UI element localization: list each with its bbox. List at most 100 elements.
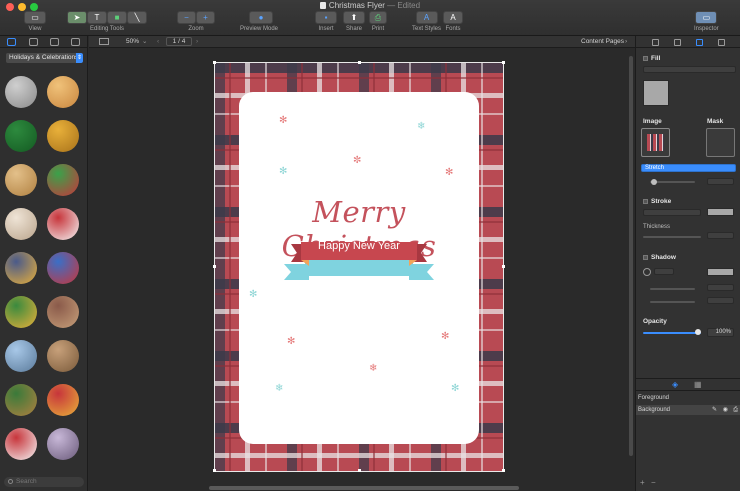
ornament-thumbnail[interactable] — [47, 384, 79, 416]
remove-layer-icon[interactable]: − — [651, 478, 656, 487]
fonts-control[interactable]: A Fonts — [443, 11, 463, 32]
ornament-thumbnail[interactable] — [47, 340, 79, 372]
fill-checkbox[interactable] — [643, 56, 648, 61]
fill-section[interactable]: Fill — [643, 55, 660, 62]
zoom-out-button[interactable]: − — [177, 11, 196, 24]
ornament-thumbnail[interactable] — [47, 252, 79, 284]
lock-icon[interactable]: ⎙ — [733, 405, 738, 415]
resize-handle[interactable] — [213, 469, 216, 472]
resize-handle[interactable] — [502, 61, 505, 64]
shadow-color-well[interactable] — [707, 268, 734, 276]
text-tab-icon[interactable] — [718, 39, 725, 46]
opacity-knob[interactable] — [695, 329, 701, 335]
fill-color-well[interactable] — [643, 80, 669, 106]
resize-handle[interactable] — [358, 469, 361, 472]
document-tab-icon[interactable] — [652, 39, 659, 46]
insert-button[interactable]: ▪ — [315, 11, 337, 24]
stroke-style-select[interactable] — [643, 209, 701, 216]
library-tab-objects[interactable] — [7, 38, 16, 46]
thickness-slider[interactable] — [643, 236, 701, 238]
ornament-thumbnail[interactable] — [5, 164, 37, 196]
ornament-thumbnail[interactable] — [5, 252, 37, 284]
shadow-checkbox[interactable] — [643, 255, 648, 260]
library-tab-shapes[interactable] — [50, 38, 59, 46]
fill-type-select[interactable] — [643, 66, 736, 73]
resize-handle[interactable] — [213, 265, 216, 268]
image-scale-select[interactable]: Stretch — [641, 164, 736, 172]
text-tool-button[interactable]: T — [87, 11, 107, 24]
page-layout-icon[interactable] — [99, 38, 109, 45]
shadow-offset-field[interactable] — [707, 284, 734, 291]
zoom-level[interactable]: 50% — [126, 38, 139, 45]
share-button[interactable]: ⬆ — [343, 11, 365, 24]
shadow-blur-field[interactable] — [707, 297, 734, 304]
prev-page-icon[interactable]: ‹ — [157, 38, 159, 45]
resize-handle[interactable] — [502, 265, 505, 268]
ornament-thumbnail[interactable] — [47, 164, 79, 196]
stroke-checkbox[interactable] — [643, 199, 648, 204]
ornament-thumbnail[interactable] — [5, 384, 37, 416]
selection-tool-button[interactable]: ➤ — [67, 11, 87, 24]
ornament-thumbnail[interactable] — [5, 296, 37, 328]
layer-row-background[interactable]: Background ✎ ◉ ⎙ — [636, 405, 740, 415]
shadow-blur-slider[interactable] — [650, 301, 695, 303]
style-tab-icon[interactable] — [696, 39, 703, 46]
ornament-thumbnail[interactable] — [47, 76, 79, 108]
ornament-thumbnail[interactable] — [47, 428, 79, 460]
ornament-thumbnail[interactable] — [47, 120, 79, 152]
line-tool-button[interactable]: ╲ — [127, 11, 147, 24]
view-control[interactable]: ▭ View — [24, 11, 46, 32]
ornament-thumbnail[interactable] — [5, 208, 37, 240]
preview-mode-control[interactable]: ● Preview Mode — [240, 11, 278, 32]
inspector-button[interactable]: ▭ — [695, 11, 718, 24]
layer-row-foreground[interactable]: Foreground — [636, 393, 740, 403]
content-pages-menu[interactable]: Content Pages — [581, 38, 624, 45]
stroke-color-well[interactable] — [707, 208, 734, 216]
horizontal-scrollbar[interactable] — [209, 486, 519, 490]
ornament-thumbnail[interactable] — [5, 120, 37, 152]
opacity-slider[interactable] — [643, 332, 701, 334]
grid-icon[interactable]: ▦ — [694, 380, 702, 389]
print-control[interactable]: ⎙ Print — [369, 11, 387, 32]
page-indicator[interactable]: 1 / 4 — [166, 37, 192, 46]
content-pages-chevron-icon[interactable]: › — [625, 38, 627, 45]
insert-control[interactable]: ▪ Insert — [315, 11, 337, 32]
inspector-control[interactable]: ▭ Inspector — [694, 11, 719, 32]
category-select[interactable]: Holidays & Celebrations ⇕ — [6, 53, 83, 63]
shadow-section[interactable]: Shadow — [643, 254, 676, 261]
visibility-icon[interactable]: ◉ — [723, 405, 728, 415]
shadow-angle-field[interactable] — [654, 268, 674, 275]
library-tab-images[interactable] — [29, 38, 38, 46]
ornament-thumbnail[interactable] — [47, 208, 79, 240]
resize-handle[interactable] — [213, 61, 216, 64]
zoom-in-button[interactable]: + — [196, 11, 215, 24]
share-control[interactable]: ⬆ Share — [343, 11, 365, 32]
add-layer-icon[interactable]: + — [640, 478, 645, 487]
view-button[interactable]: ▭ — [24, 11, 46, 24]
preview-mode-button[interactable]: ● — [249, 11, 273, 24]
shadow-angle-dial[interactable] — [643, 268, 651, 276]
opacity-field[interactable]: 100% — [707, 328, 734, 337]
ornament-thumbnail[interactable] — [5, 76, 37, 108]
text-styles-button[interactable]: A — [415, 11, 438, 24]
search-input[interactable]: Search — [4, 477, 84, 487]
image-scale-knob[interactable] — [651, 179, 657, 185]
mask-well[interactable] — [706, 128, 735, 157]
resize-handle[interactable] — [502, 469, 505, 472]
next-page-icon[interactable]: › — [196, 38, 198, 45]
layers-icon[interactable]: ◈ — [672, 380, 678, 389]
edit-layer-icon[interactable]: ✎ — [712, 405, 717, 415]
print-button[interactable]: ⎙ — [369, 11, 387, 24]
arrange-tab-icon[interactable] — [674, 39, 681, 46]
image-scale-field[interactable] — [707, 178, 734, 185]
text-styles-control[interactable]: A Text Styles — [412, 11, 441, 32]
library-tab-templates[interactable] — [71, 38, 80, 46]
resize-handle[interactable] — [358, 61, 361, 64]
zoom-chevron-icon[interactable]: ⌄ — [142, 37, 147, 45]
stroke-section[interactable]: Stroke — [643, 198, 671, 205]
ornament-thumbnail[interactable] — [5, 428, 37, 460]
vertical-scrollbar[interactable] — [629, 56, 633, 456]
shape-tool-button[interactable]: ■ — [107, 11, 127, 24]
fonts-button[interactable]: A — [443, 11, 463, 24]
ornament-thumbnail[interactable] — [47, 296, 79, 328]
